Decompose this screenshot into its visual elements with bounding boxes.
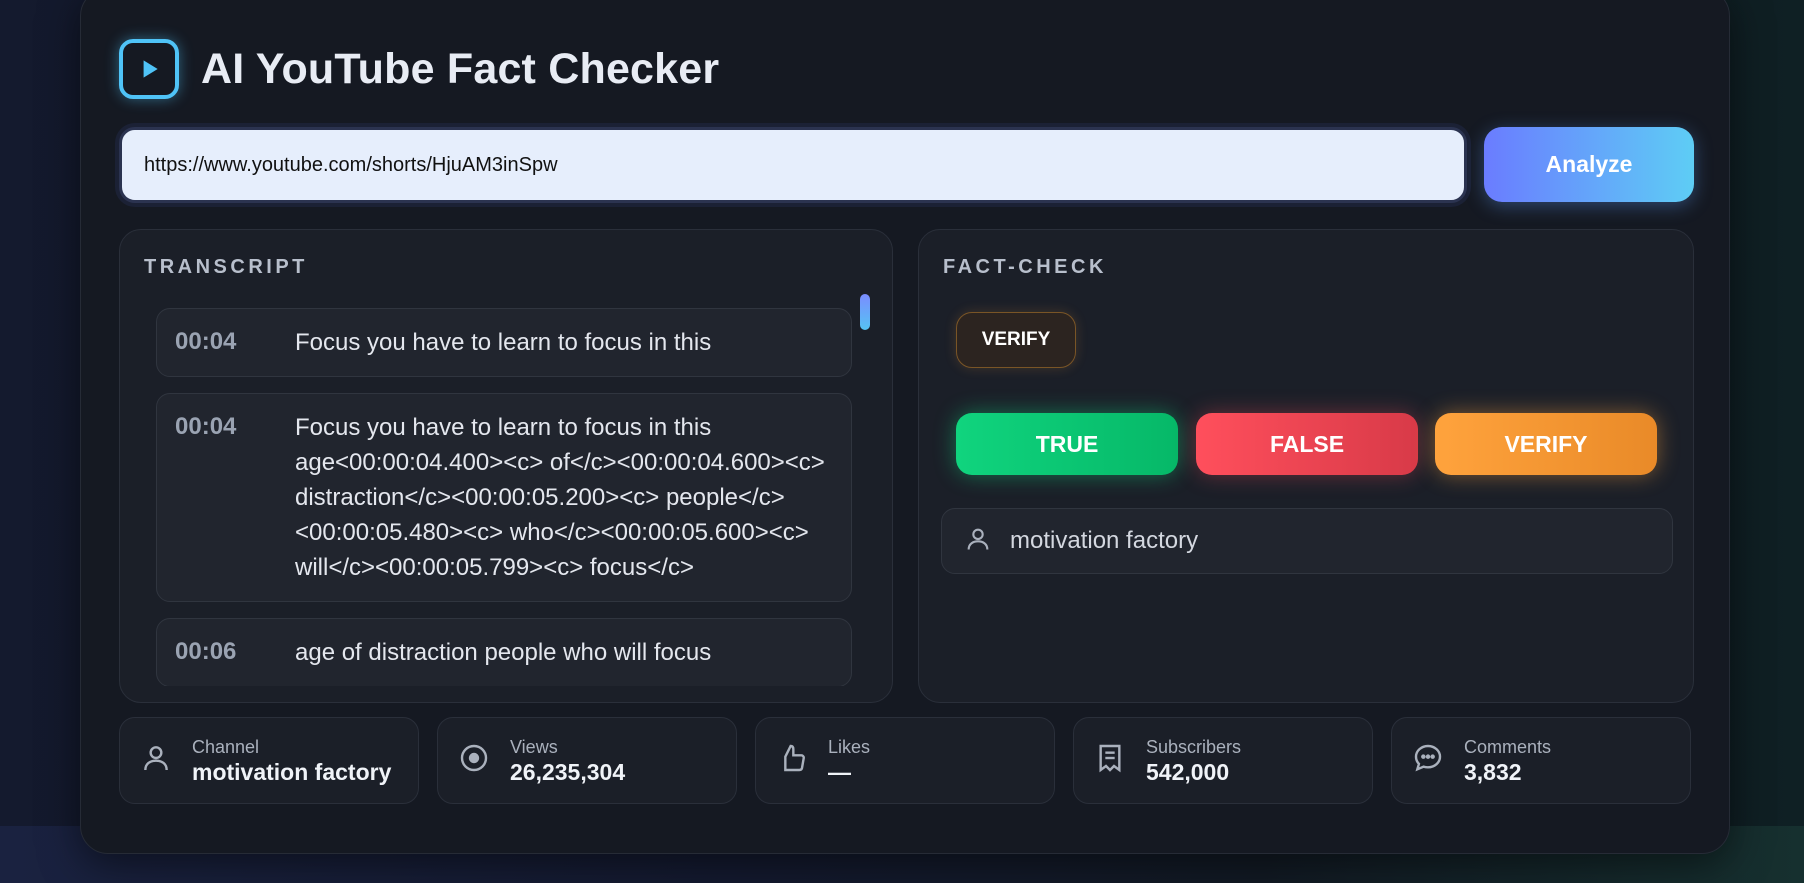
stat-value: 3,832	[1464, 758, 1522, 785]
stat-label: Subscribers	[1146, 736, 1242, 757]
stat-value: 26,235,304	[510, 758, 626, 785]
verdict-badge: VERIFY	[956, 312, 1076, 368]
transcript-segment[interactable]: 00:06 age of distraction people who will…	[156, 618, 852, 686]
user-icon	[964, 525, 992, 558]
stat-subscribers: Subscribers 542,000	[1073, 717, 1373, 804]
segment-timestamp: 00:04	[175, 413, 237, 440]
source-name: motivation factory	[1010, 527, 1199, 554]
play-icon	[119, 39, 179, 99]
analyze-button[interactable]: Analyze	[1484, 127, 1694, 202]
transcript-heading: TRANSCRIPT	[144, 256, 308, 278]
stat-comments: Comments 3,832	[1391, 717, 1691, 804]
stat-label: Likes	[828, 736, 871, 757]
comment-icon	[1412, 742, 1444, 779]
factcheck-panel: FACT-CHECK VERIFY TRUE FALSE VERIFY moti…	[918, 229, 1694, 703]
stat-label: Views	[510, 736, 558, 757]
source-field: motivation factory	[941, 508, 1673, 574]
segment-timestamp: 00:06	[175, 638, 237, 665]
false-button[interactable]: FALSE	[1196, 413, 1418, 475]
true-button[interactable]: TRUE	[956, 413, 1178, 475]
transcript-panel: TRANSCRIPT 00:04 Focus you have to learn…	[119, 229, 893, 703]
stat-label: Comments	[1464, 736, 1552, 757]
thumbs-up-icon	[776, 742, 808, 779]
segment-timestamp: 00:04	[175, 328, 237, 355]
stat-views: Views 26,235,304	[437, 717, 737, 804]
segment-text: Focus you have to learn to focus in this…	[295, 414, 825, 581]
stat-label: Channel	[192, 736, 260, 757]
segment-text: Focus you have to learn to focus in this	[295, 329, 712, 356]
page-title: AI YouTube Fact Checker	[201, 44, 720, 93]
user-icon	[140, 742, 172, 779]
verify-button[interactable]: VERIFY	[1435, 413, 1657, 475]
stat-likes: Likes —	[755, 717, 1055, 804]
stat-value: 542,000	[1146, 758, 1230, 785]
transcript-segment[interactable]: 00:04 Focus you have to learn to focus i…	[156, 393, 852, 602]
transcript-list[interactable]: 00:04 Focus you have to learn to focus i…	[156, 308, 852, 686]
url-input[interactable]	[119, 127, 1467, 203]
transcript-segment[interactable]: 00:04 Focus you have to learn to focus i…	[156, 308, 852, 377]
app-card: AI YouTube Fact Checker Analyze TRANSCRI…	[80, 0, 1730, 854]
factcheck-heading: FACT-CHECK	[943, 256, 1107, 278]
app-header: AI YouTube Fact Checker	[119, 39, 719, 99]
transcript-scrollbar[interactable]	[860, 294, 870, 330]
eye-icon	[458, 742, 490, 779]
stat-value: motivation factory	[192, 758, 392, 785]
document-icon	[1094, 742, 1126, 779]
stat-value: —	[828, 758, 851, 785]
stat-channel: Channel motivation factory	[119, 717, 419, 804]
segment-text: age of distraction people who will focus	[295, 639, 712, 666]
